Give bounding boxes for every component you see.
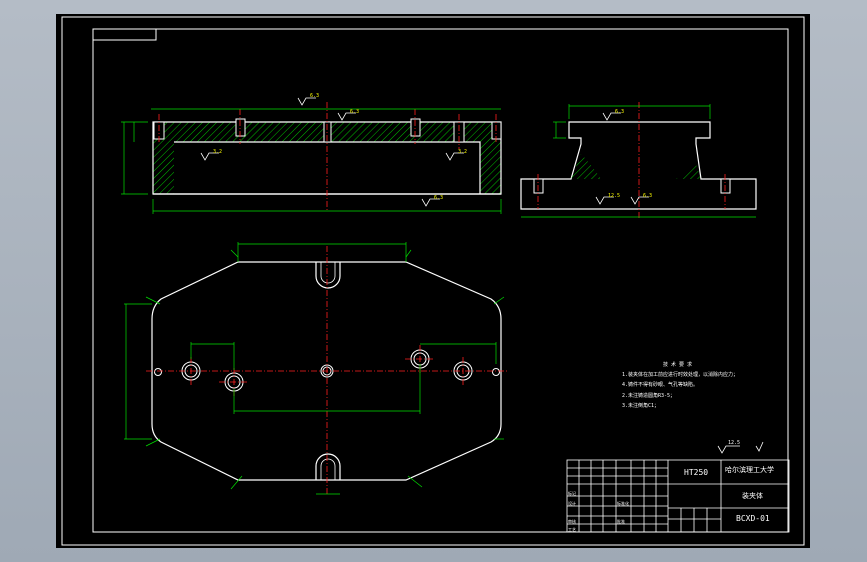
side-hatch-right xyxy=(676,164,701,179)
plan-view xyxy=(124,242,508,496)
title-block-text: HT250 哈尔滨理工大学 装夹体 BCXD-01 标记 设计 审核 工艺 标准… xyxy=(568,465,774,532)
title-block-label: 审核 xyxy=(568,518,576,524)
outer-border xyxy=(61,16,805,546)
surface-label: 3.2 xyxy=(213,149,222,155)
tech-requirement-line: 1.装夹体在加工前应进行时效处理，以消除内应力； xyxy=(622,371,738,378)
title-block-label: 标记 xyxy=(568,490,576,496)
title-block-label: 标准化 xyxy=(617,500,629,506)
drawing-number: BCXD-01 xyxy=(736,514,770,523)
surface-label: 3.2 xyxy=(458,149,467,155)
title-block-label: 设计 xyxy=(568,500,576,506)
slot-bottom-inner xyxy=(320,458,336,480)
surface-label: 6.3 xyxy=(350,109,359,115)
drawing-code-box xyxy=(92,28,157,41)
surface-label: 6.3 xyxy=(615,109,624,115)
side-hatch xyxy=(571,154,601,179)
tech-requirements: 技 术 要 求 1.装夹体在加工前应进行时效处理，以消除内应力； 2.未注铸造圆… xyxy=(622,361,738,409)
school-name: 哈尔滨理工大学 xyxy=(725,465,774,474)
surface-label: 6.3 xyxy=(643,193,652,199)
slot-bottom xyxy=(315,453,341,480)
title-block-label: 工艺 xyxy=(568,527,576,532)
general-roughness-value: 12.5 xyxy=(728,440,740,446)
tech-requirement-line: 4.铸件不得有砂眼、气孔等缺陷。 xyxy=(622,381,698,388)
front-section-view xyxy=(121,97,502,214)
tech-requirement-line: 3.未注倒角C1； xyxy=(622,402,659,409)
inner-border xyxy=(92,28,789,533)
side-section-view xyxy=(520,102,757,219)
tech-requirement-line: 2.未注铸造圆角R3-5； xyxy=(622,392,675,399)
part-name: 装夹体 xyxy=(742,491,763,500)
section-hatch-right xyxy=(480,142,501,194)
slot-top xyxy=(315,262,341,289)
surface-label: 12.5 xyxy=(608,193,620,199)
general-roughness: 12.5 xyxy=(717,440,764,454)
title-block-label: 批准 xyxy=(617,518,625,524)
surface-label: 6.3 xyxy=(434,195,443,201)
drawing-sheet[interactable]: 6.3 6.3 3.2 3.2 6.3 6.3 12.5 6.3 技 术 要 求… xyxy=(56,14,810,548)
tech-requirements-title: 技 术 要 求 xyxy=(663,361,692,368)
material: HT250 xyxy=(684,468,708,477)
surface-label: 6.3 xyxy=(310,93,319,99)
cad-viewport: 6.3 6.3 3.2 3.2 6.3 6.3 12.5 6.3 技 术 要 求… xyxy=(0,0,867,562)
slot-top-inner xyxy=(320,262,336,284)
